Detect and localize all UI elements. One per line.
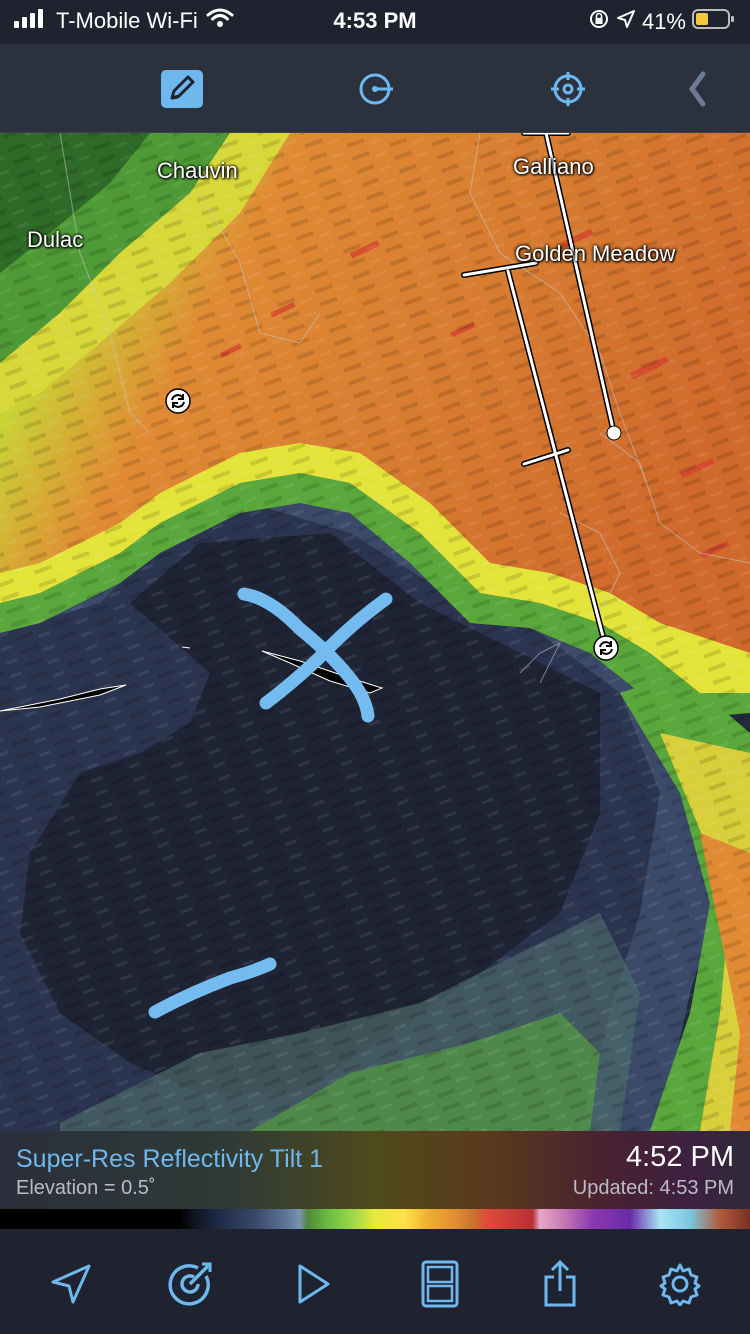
signal-bars-icon [14, 8, 48, 34]
product-title[interactable]: Super-Res Reflectivity Tilt 1 [16, 1145, 323, 1174]
radar-map[interactable]: Chauvin Dulac Galliano Golden Meadow [0, 133, 750, 1131]
circle-line-icon[interactable] [354, 68, 396, 110]
battery-icon [692, 8, 736, 36]
city-label-chauvin: Chauvin [157, 158, 238, 183]
elevation-label: Elevation = 0.5˚ [16, 1177, 156, 1199]
location-arrow-icon [616, 9, 636, 35]
location-arrow-icon[interactable] [46, 1259, 96, 1309]
chevron-left-icon[interactable] [676, 68, 718, 110]
orientation-lock-icon [588, 8, 610, 36]
scan-time: 4:52 PM [626, 1141, 734, 1173]
city-label-galliano: Galliano [513, 154, 594, 179]
pencil-draw-icon[interactable] [161, 68, 203, 110]
carrier-label: T-Mobile Wi-Fi [56, 8, 198, 33]
user-drawing[interactable] [0, 133, 750, 1131]
gear-icon[interactable] [655, 1259, 705, 1309]
bottom-toolbar [0, 1229, 750, 1334]
product-info-bar[interactable]: Super-Res Reflectivity Tilt 1 Elevation … [0, 1131, 750, 1209]
battery-percent: 41% [641, 9, 686, 34]
top-toolbar [0, 44, 750, 133]
play-icon[interactable] [287, 1259, 337, 1309]
status-bar: T-Mobile Wi-Fi 4:53 PM 41% [0, 0, 750, 44]
crosshair-target-icon[interactable] [547, 68, 589, 110]
city-label-dulac: Dulac [27, 227, 84, 252]
wifi-icon [206, 8, 234, 34]
reflectivity-color-legend [0, 1209, 750, 1229]
updated-time: Updated: 4:53 PM [572, 1177, 734, 1199]
share-icon[interactable] [535, 1259, 585, 1309]
split-layout-icon[interactable] [415, 1259, 465, 1309]
radar-sweep-icon[interactable] [165, 1259, 215, 1309]
city-label-golden-meadow: Golden Meadow [515, 241, 676, 266]
